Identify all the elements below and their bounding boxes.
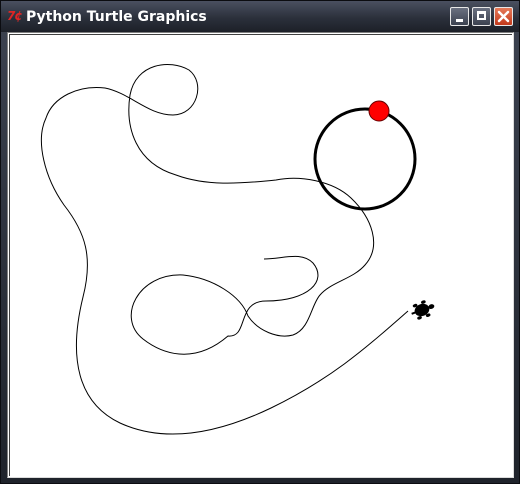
turtle-cursor — [411, 300, 435, 320]
tk-feather-icon: 7¢ — [7, 9, 23, 23]
red-dot — [368, 100, 390, 122]
minimize-button[interactable] — [450, 7, 469, 26]
turtle-window: 7¢ Python Turtle Graphics — [0, 0, 520, 484]
close-icon — [497, 10, 510, 23]
maximize-icon — [477, 11, 486, 20]
close-button[interactable] — [494, 7, 513, 26]
window-title: Python Turtle Graphics — [26, 9, 207, 25]
big-circle — [313, 107, 417, 211]
turtle-path — [40, 64, 409, 435]
turtle-canvas-frame — [7, 32, 514, 478]
turtle-canvas[interactable] — [8, 33, 513, 477]
title-bar[interactable]: 7¢ Python Turtle Graphics — [1, 1, 519, 32]
maximize-button[interactable] — [472, 7, 491, 26]
minimize-icon — [456, 19, 463, 22]
